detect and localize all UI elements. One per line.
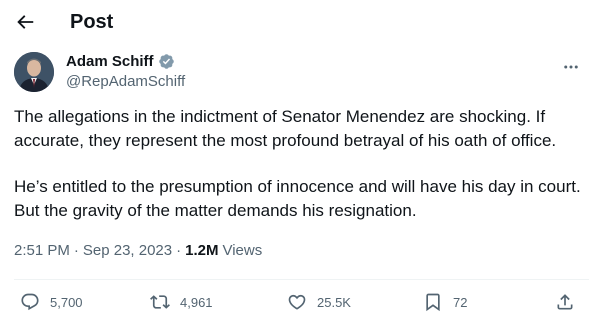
author-display-name[interactable]: Adam Schiff <box>66 53 154 70</box>
meta-separator: · <box>73 242 79 259</box>
bookmark-icon <box>426 293 440 312</box>
action-bar: 5,700 4,961 25.5K 72 <box>0 288 603 316</box>
tweet-paragraph: The allegations in the indictment of Sen… <box>14 107 557 150</box>
more-icon <box>564 65 578 69</box>
divider <box>14 279 589 280</box>
tweet-paragraph: He’s entitled to the presumption of inno… <box>14 177 581 220</box>
bookmark-count: 72 <box>453 294 468 310</box>
views-count: 1.2M <box>185 242 219 259</box>
tweet-date[interactable]: Sep 23, 2023 <box>83 242 172 259</box>
back-button[interactable] <box>12 9 38 35</box>
more-button[interactable] <box>559 57 583 77</box>
author-handle[interactable]: @RepAdamSchiff <box>66 73 185 90</box>
verified-badge-icon <box>158 53 175 70</box>
repost-count: 4,961 <box>180 294 213 310</box>
tweet-meta: 2:51 PM · Sep 23, 2023 · 1.2M Views <box>14 242 262 259</box>
post-header: Post <box>0 0 603 46</box>
share-button[interactable] <box>555 288 575 316</box>
share-icon <box>557 294 573 310</box>
repost-button[interactable]: 4,961 <box>150 288 213 316</box>
back-arrow-icon <box>17 15 34 29</box>
like-icon <box>288 294 306 310</box>
views-label: Views <box>222 242 263 259</box>
reply-icon <box>21 293 39 311</box>
tweet-text: The allegations in the indictment of Sen… <box>14 105 589 222</box>
avatar-image <box>14 52 54 92</box>
repost-icon <box>150 295 170 309</box>
page-title: Post <box>70 11 114 33</box>
tweet-time[interactable]: 2:51 PM <box>14 242 70 259</box>
avatar[interactable] <box>14 52 54 92</box>
reply-count: 5,700 <box>50 294 83 310</box>
like-button[interactable]: 25.5K <box>287 288 351 316</box>
author-row: Adam Schiff @RepAdamSchiff <box>14 51 603 95</box>
reply-button[interactable]: 5,700 <box>20 288 83 316</box>
bookmark-button[interactable]: 72 <box>423 288 467 316</box>
meta-separator: · <box>176 242 182 259</box>
like-count: 25.5K <box>317 294 351 310</box>
